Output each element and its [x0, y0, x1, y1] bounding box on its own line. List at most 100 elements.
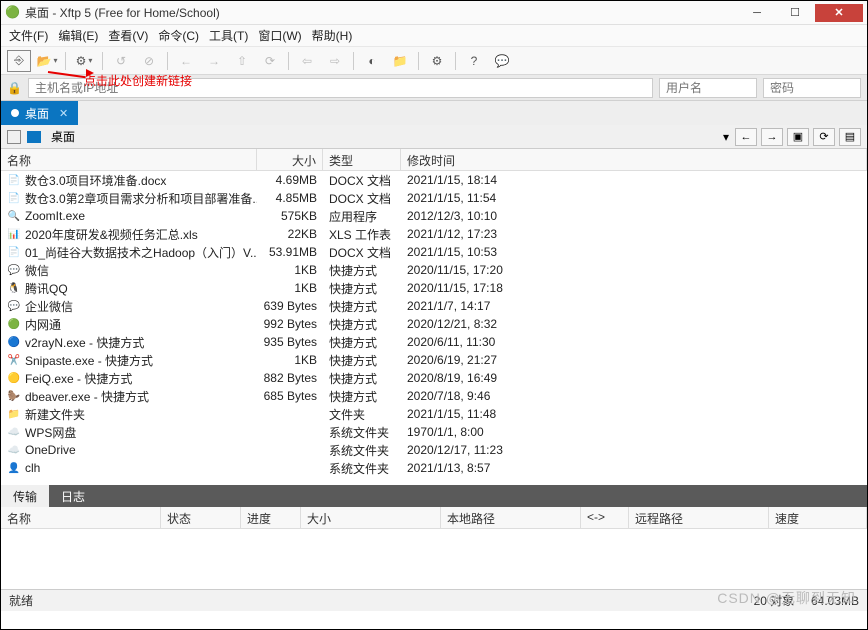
xcol-local[interactable]: 本地路径 [441, 507, 581, 528]
up-button[interactable]: ⇧ [230, 50, 254, 72]
col-name[interactable]: 名称 [1, 149, 257, 170]
file-date: 2020/8/19, 16:49 [401, 370, 867, 386]
tab-transfer[interactable]: 传输 [1, 485, 49, 507]
file-name: FeiQ.exe - 快捷方式 [25, 370, 132, 387]
file-row[interactable]: 🔍ZoomIt.exe575KB应用程序2012/12/3, 10:10 [1, 207, 867, 225]
nav-refresh-button[interactable]: ⟳ [813, 128, 835, 146]
menu-window[interactable]: 窗口(W) [258, 27, 301, 44]
file-row[interactable]: 📄01_尚硅谷大数据技术之Hadoop（入门）V...53.91MBDOCX 文… [1, 243, 867, 261]
file-size: 4.85MB [257, 190, 323, 206]
xcol-remote[interactable]: 远程路径 [629, 507, 769, 528]
xcol-arrow[interactable]: <-> [581, 507, 629, 528]
menu-help[interactable]: 帮助(H) [312, 27, 353, 44]
xcol-status[interactable]: 状态 [161, 507, 241, 528]
xcol-size[interactable]: 大小 [301, 507, 441, 528]
file-row[interactable]: 📊2020年度研发&视频任务汇总.xls22KBXLS 工作表2021/1/12… [1, 225, 867, 243]
session-tabs: 桌面 ✕ [1, 101, 867, 125]
username-input[interactable] [659, 78, 757, 98]
tab-desktop[interactable]: 桌面 ✕ [1, 101, 78, 125]
transfer-header: 名称 状态 进度 大小 本地路径 <-> 远程路径 速度 [1, 507, 867, 529]
sync-right-button[interactable]: ⇨ [323, 50, 347, 72]
settings-button[interactable]: ⚙ [425, 50, 449, 72]
xcol-name[interactable]: 名称 [1, 507, 161, 528]
file-row[interactable]: 🐧腾讯QQ1KB快捷方式2020/11/15, 17:18 [1, 279, 867, 297]
file-name: 数仓3.0第2章项目需求分析和项目部署准备... [25, 190, 257, 207]
file-icon: ☁️ [7, 443, 21, 457]
maximize-button[interactable]: ☐ [777, 4, 813, 22]
nav-forward-button[interactable]: → [761, 128, 783, 146]
sync-left-button[interactable]: ⇦ [295, 50, 319, 72]
tab-close-icon[interactable]: ✕ [59, 107, 68, 120]
disconnect-button[interactable]: ⊘ [137, 50, 161, 72]
menu-edit[interactable]: 编辑(E) [58, 27, 98, 44]
file-row[interactable]: 📄数仓3.0项目环境准备.docx4.69MBDOCX 文档2021/1/15,… [1, 171, 867, 189]
menu-tools[interactable]: 工具(T) [209, 27, 248, 44]
status-dot-icon [11, 109, 19, 117]
col-size[interactable]: 大小 [257, 149, 323, 170]
file-row[interactable]: 🟢内网通992 Bytes快捷方式2020/12/21, 8:32 [1, 315, 867, 333]
back-button[interactable]: ← [174, 50, 198, 72]
file-name: 内网通 [25, 316, 61, 333]
file-row[interactable]: 📄数仓3.0第2章项目需求分析和项目部署准备...4.85MBDOCX 文档20… [1, 189, 867, 207]
file-size: 1KB [257, 352, 323, 368]
col-modified[interactable]: 修改时间 [401, 149, 867, 170]
file-icon: 📄 [7, 245, 21, 259]
xcol-speed[interactable]: 速度 [769, 507, 867, 528]
reconnect-button[interactable]: ↺ [109, 50, 133, 72]
file-name: ZoomIt.exe [25, 209, 85, 223]
file-row[interactable]: ☁️WPS网盘系统文件夹1970/1/1, 8:00 [1, 423, 867, 441]
file-type: 快捷方式 [323, 387, 401, 406]
nav-newfolder-button[interactable]: ▣ [787, 128, 809, 146]
file-row[interactable]: 📁新建文件夹文件夹2021/1/15, 11:48 [1, 405, 867, 423]
file-size: 575KB [257, 208, 323, 224]
file-row[interactable]: ✂️Snipaste.exe - 快捷方式1KB快捷方式2020/6/19, 2… [1, 351, 867, 369]
close-button[interactable]: ✕ [815, 4, 863, 22]
transfer-tabs: 传输 日志 [1, 485, 867, 507]
pane-toggle-button[interactable] [7, 130, 21, 144]
file-row[interactable]: 🦫dbeaver.exe - 快捷方式685 Bytes快捷方式2020/7/1… [1, 387, 867, 405]
file-type: DOCX 文档 [323, 243, 401, 262]
file-name: 微信 [25, 262, 49, 279]
file-type: DOCX 文档 [323, 189, 401, 208]
menu-file[interactable]: 文件(F) [9, 27, 48, 44]
file-size [257, 431, 323, 433]
file-name: 腾讯QQ [25, 280, 68, 297]
status-size: 64.03MB [811, 594, 859, 608]
col-type[interactable]: 类型 [323, 149, 401, 170]
file-row[interactable]: 💬微信1KB快捷方式2020/11/15, 17:20 [1, 261, 867, 279]
separator [353, 52, 354, 70]
minimize-button[interactable]: ─ [739, 4, 775, 22]
nav-back-button[interactable]: ← [735, 128, 757, 146]
file-name: 2020年度研发&视频任务汇总.xls [25, 226, 198, 243]
password-input[interactable] [763, 78, 861, 98]
file-size: 639 Bytes [257, 298, 323, 314]
terminal-button[interactable]: ◐ [360, 50, 384, 72]
tab-log[interactable]: 日志 [49, 485, 97, 507]
menu-command[interactable]: 命令(C) [158, 27, 199, 44]
file-date: 2020/12/21, 8:32 [401, 316, 867, 332]
titlebar: 🟢 桌面 - Xftp 5 (Free for Home/School) ─ ☐… [1, 1, 867, 25]
menubar: 文件(F) 编辑(E) 查看(V) 命令(C) 工具(T) 窗口(W) 帮助(H… [1, 25, 867, 47]
nav-views-button[interactable]: ▤ [839, 128, 861, 146]
file-row[interactable]: 🟡FeiQ.exe - 快捷方式882 Bytes快捷方式2020/8/19, … [1, 369, 867, 387]
separator [167, 52, 168, 70]
xcol-progress[interactable]: 进度 [241, 507, 301, 528]
chat-button[interactable]: 💬 [490, 50, 514, 72]
dropdown-icon[interactable]: ▾ [723, 130, 729, 144]
file-row[interactable]: 👤clh系统文件夹2021/1/13, 8:57 [1, 459, 867, 477]
file-row[interactable]: 🔵v2rayN.exe - 快捷方式935 Bytes快捷方式2020/6/11… [1, 333, 867, 351]
file-row[interactable]: 💬企业微信639 Bytes快捷方式2021/1/7, 14:17 [1, 297, 867, 315]
path-label[interactable]: 桌面 [47, 128, 717, 145]
new-connection-button[interactable]: ⎆ [7, 50, 31, 72]
separator [418, 52, 419, 70]
file-name: 数仓3.0项目环境准备.docx [25, 172, 166, 189]
file-row[interactable]: ☁️OneDrive系统文件夹2020/12/17, 11:23 [1, 441, 867, 459]
help-button[interactable]: ? [462, 50, 486, 72]
menu-view[interactable]: 查看(V) [108, 27, 148, 44]
forward-button[interactable]: → [202, 50, 226, 72]
newfolder-button[interactable]: 📁 [388, 50, 412, 72]
file-type: 快捷方式 [323, 369, 401, 388]
file-size [257, 467, 323, 469]
refresh-button[interactable]: ⟳ [258, 50, 282, 72]
file-size: 53.91MB [257, 244, 323, 260]
